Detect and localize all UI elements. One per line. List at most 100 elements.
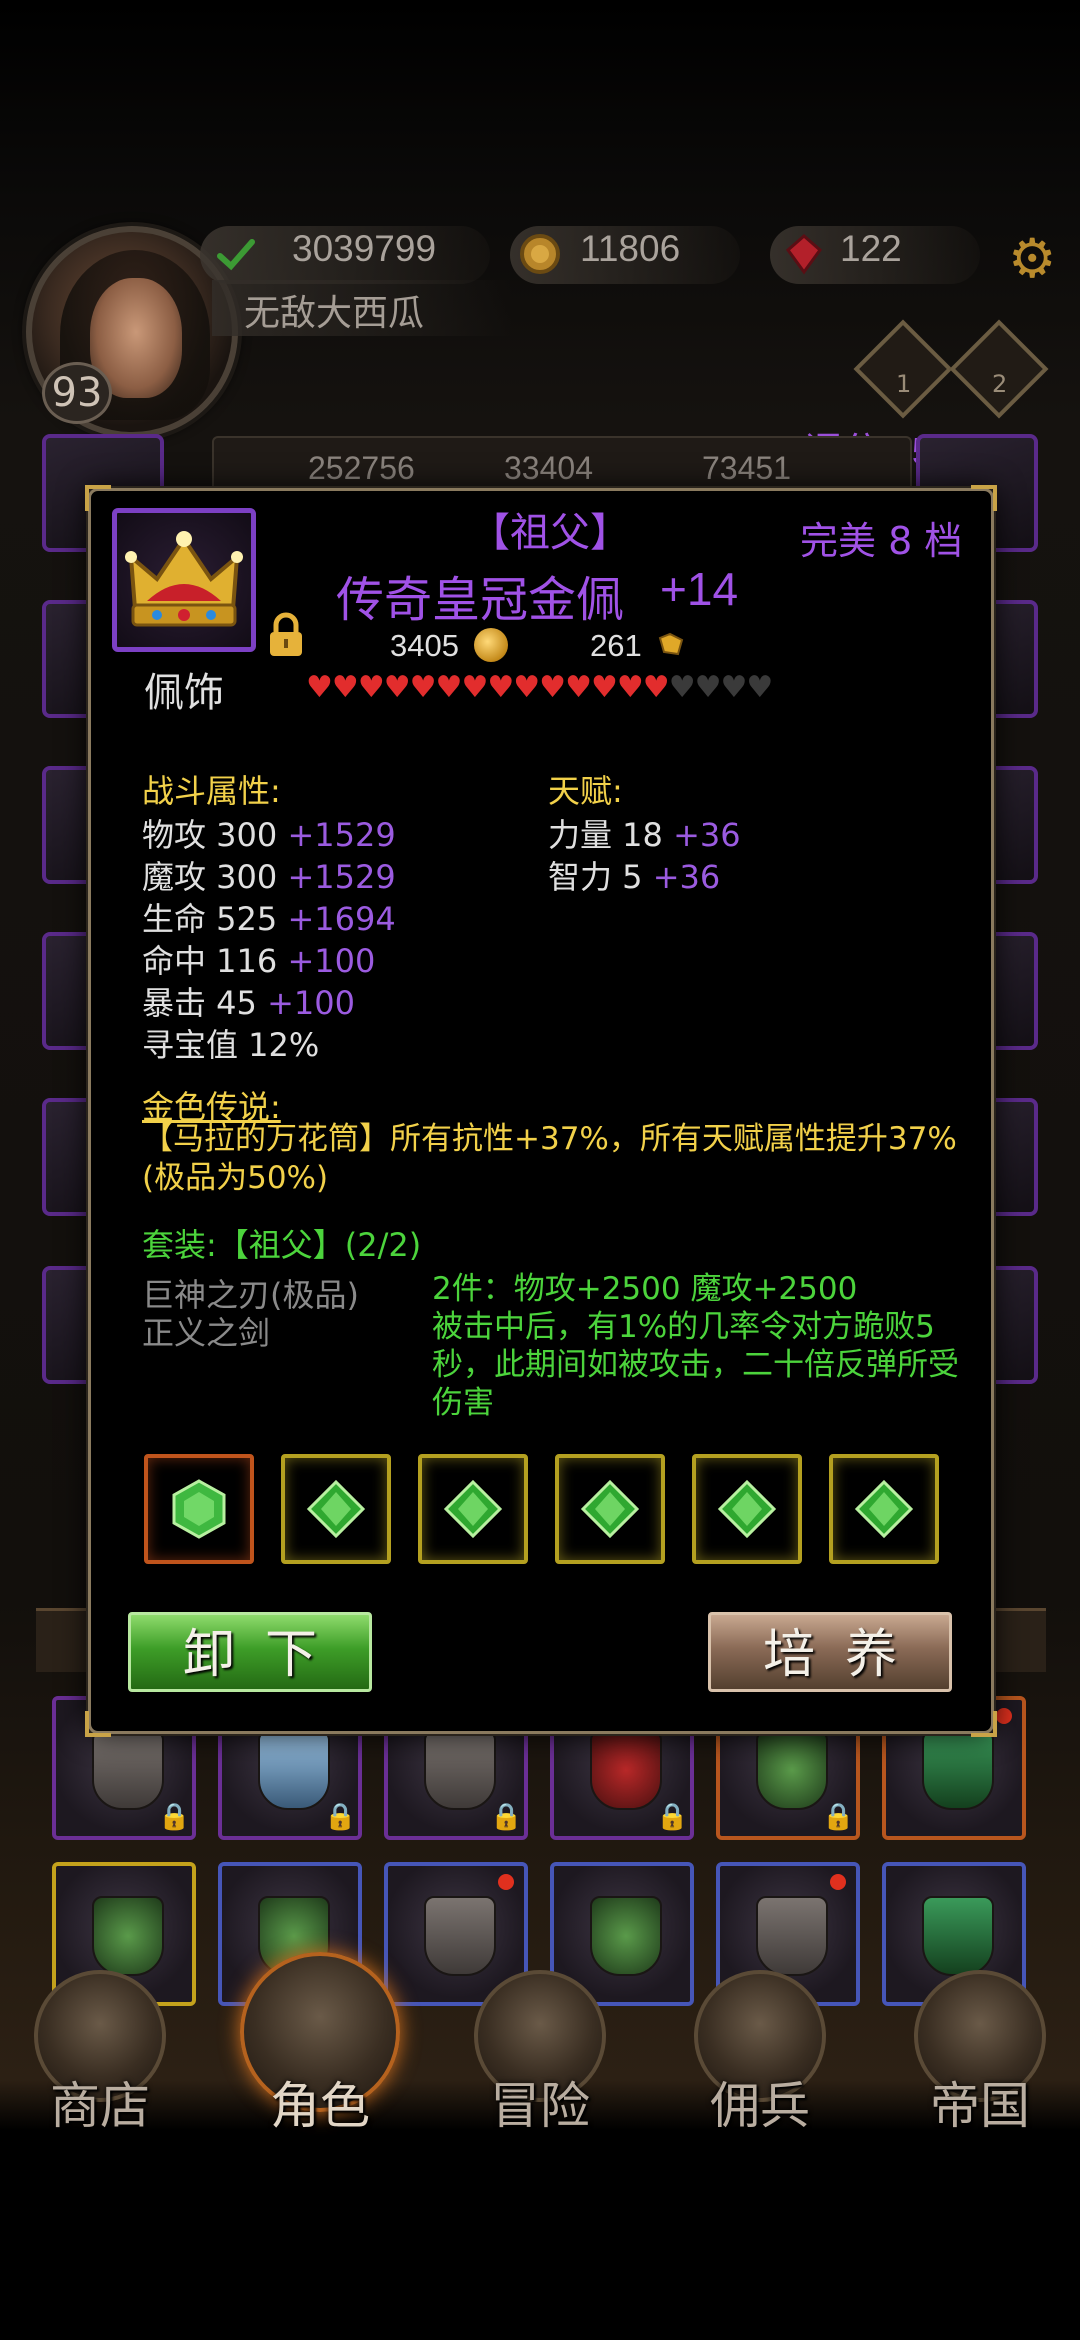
item-icon-frame	[112, 508, 256, 652]
combat-stat: 命中 116 +100	[142, 936, 375, 982]
train-button[interactable]: 培养	[708, 1612, 952, 1692]
gold-price: 3405	[390, 628, 459, 663]
nav-shop[interactable]: 商店	[10, 1970, 190, 2135]
rank-badge-2-icon[interactable]	[949, 319, 1049, 419]
combat-stat: 暴击 45 +100	[142, 978, 355, 1024]
heart-filled-icon: ♥	[461, 670, 488, 705]
nav-adventure[interactable]: 冒险	[450, 1970, 630, 2135]
heart-filled-icon: ♥	[383, 670, 411, 705]
combat-stat: 物攻 300 +1529	[142, 810, 396, 856]
heart-filled-icon: ♥	[616, 670, 644, 705]
heart-filled-icon: ♥	[487, 670, 514, 705]
heart-filled-icon: ♥	[435, 670, 463, 705]
rank-badge-1-icon[interactable]	[853, 319, 953, 419]
frame-corner	[971, 1711, 997, 1737]
stat-strip-value: 73451	[702, 450, 791, 486]
coin-value: 11806	[580, 228, 681, 269]
heart-filled-icon: ♥	[331, 670, 359, 705]
set-tag: 【祖父】	[470, 510, 630, 556]
stat-bonus: +1529	[287, 816, 396, 854]
notification-dot	[830, 1874, 846, 1890]
coin-icon	[520, 234, 560, 274]
notification-dot	[996, 1708, 1012, 1724]
nav-label: 商店	[50, 2077, 150, 2135]
emerald-gem-icon	[854, 1479, 914, 1539]
unequip-button[interactable]: 卸下	[128, 1612, 372, 1692]
heart-filled-icon: ♥	[513, 670, 540, 705]
banner-icon	[922, 1896, 994, 1976]
legend-text: 【马拉的万花筒】所有抗性+37%，所有天赋属性提升37%(极品为50%)	[142, 1121, 957, 1196]
shard-price: 261	[590, 628, 642, 663]
checkmark-icon	[217, 239, 255, 271]
nav-label: 佣兵	[710, 2077, 810, 2135]
stat-bonus: +36	[652, 858, 721, 896]
amulet-icon	[756, 1730, 828, 1810]
combat-stat: 生命 525 +1694	[142, 894, 396, 940]
player-level-badge: 93	[42, 362, 112, 424]
nav-label: 帝国	[930, 2077, 1030, 2135]
stat-bonus: +1529	[287, 858, 396, 896]
lock-icon: 🔒	[656, 1802, 689, 1832]
player-name: 无敌大西瓜	[244, 293, 425, 334]
gem-socket[interactable]	[692, 1454, 802, 1564]
nav-character[interactable]: 角色	[230, 1952, 410, 2135]
suit-piece: 正义之剑	[142, 1314, 271, 1352]
talent-title: 天赋:	[548, 772, 623, 810]
nav-empire[interactable]: 帝国	[890, 1970, 1070, 2135]
rank-badge-2-label: 2	[992, 370, 1008, 398]
suit-bonus: 被击中后，有1%的几率令对方跪败5秒，此期间如被攻击，二十倍反弹所受伤害	[432, 1309, 959, 1421]
item-type-label: 佩饰	[144, 670, 224, 716]
heart-empty-icon: ♥	[720, 670, 748, 705]
settings-gear-icon[interactable]: ⚙	[1008, 232, 1056, 286]
lock-icon[interactable]	[266, 612, 306, 658]
gem-socket[interactable]	[829, 1454, 939, 1564]
heart-filled-icon: ♥	[642, 670, 670, 705]
notification-dot	[498, 1874, 514, 1890]
combat-stat: 魔攻 300 +1529	[142, 852, 396, 898]
armor-icon	[92, 1730, 164, 1810]
shield-icon	[590, 1730, 662, 1810]
gem-socket[interactable]	[418, 1454, 528, 1564]
frame-corner	[85, 485, 111, 511]
emerald-gem-icon	[306, 1479, 366, 1539]
lock-icon: 🔒	[158, 1802, 191, 1832]
combat-stat: 寻宝值 12%	[142, 1020, 319, 1066]
rank-badge-1-label: 1	[896, 370, 912, 398]
ruby-icon	[785, 234, 823, 275]
nav-label: 角色	[270, 2077, 370, 2135]
stat-label: 智力 5	[548, 858, 643, 896]
emerald-gem-icon	[443, 1479, 503, 1539]
stat-bonus: +100	[287, 942, 376, 980]
helmet-icon	[756, 1896, 828, 1976]
stat-strip-value: 33404	[504, 450, 593, 486]
heart-filled-icon: ♥	[590, 670, 618, 705]
crown-icon	[258, 1730, 330, 1810]
frame-corner	[971, 485, 997, 511]
stat-strip-value: 252756	[308, 450, 415, 486]
nav-label: 冒险	[490, 2077, 590, 2135]
armor-icon	[424, 1730, 496, 1810]
coin-icon	[474, 628, 508, 662]
gem-socket[interactable]	[555, 1454, 665, 1564]
frame-corner	[85, 1711, 111, 1737]
stat-label: 魔攻 300	[142, 858, 278, 896]
stat-bonus: +1694	[287, 900, 396, 938]
suit-bonus: 2件：物攻+2500 魔攻+2500	[432, 1271, 858, 1307]
emerald-gem-icon	[717, 1479, 777, 1539]
gem-socket[interactable]	[144, 1454, 254, 1564]
combat-title: 战斗属性:	[142, 772, 281, 810]
armor-icon	[424, 1896, 496, 1976]
quality-grade: 完美 8 档	[800, 519, 963, 563]
heart-empty-icon: ♥	[668, 670, 696, 705]
crown-icon	[125, 531, 243, 627]
suit-title: 套装:【祖父】(2/2)	[142, 1226, 422, 1264]
stat-label: 命中 116	[142, 942, 278, 980]
nav-mercenary[interactable]: 佣兵	[670, 1970, 850, 2135]
puzzle-shard-icon	[658, 632, 684, 656]
gem-socket[interactable]	[281, 1454, 391, 1564]
amulet-icon	[590, 1896, 662, 1976]
lock-icon: 🔒	[324, 1802, 357, 1832]
stat-label: 生命 525	[142, 900, 278, 938]
heart-filled-icon: ♥	[306, 670, 333, 705]
banner-icon	[922, 1730, 994, 1810]
